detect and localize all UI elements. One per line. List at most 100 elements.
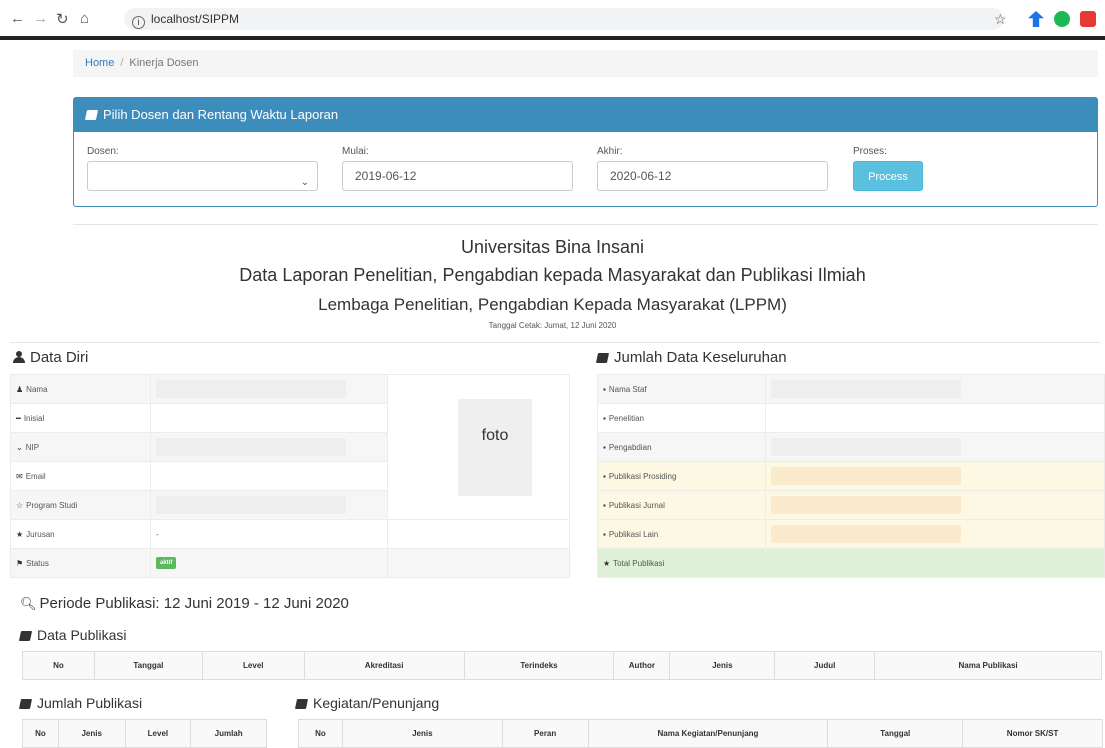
jumlah-data-row: ▪ Publikasi Jurnal (597, 490, 1105, 520)
data-publikasi-heading: Data Publikasi (18, 627, 127, 643)
kegiatan-column-header: Nama Kegiatan/Penunjang (587, 719, 829, 748)
url-text: localhost/SIPPM (151, 12, 240, 26)
jumlah-publikasi-heading: Jumlah Publikasi (18, 695, 143, 711)
back-icon[interactable]: ← (10, 10, 25, 27)
browser-toolbar: ← → ↻ ⌂ i localhost/SIPPM ☆ (0, 0, 1105, 40)
breadcrumb-current: Kinerja Dosen (129, 57, 199, 69)
filter-panel-header: Pilih Dosen dan Rentang Waktu Laporan (74, 98, 1097, 132)
star-icon: ★ (16, 529, 24, 539)
proses-label: Proses: (853, 146, 887, 157)
status-badge: aktif (156, 557, 177, 569)
search-icon: 🔍︎ (20, 596, 37, 611)
reload-icon[interactable]: ↻ (56, 10, 69, 28)
flag-icon: ⚑ (16, 558, 24, 568)
data-publikasi-table: No Tanggal Level Akreditasi Terindeks Author J… (22, 651, 1102, 680)
process-button[interactable]: Process (853, 161, 923, 191)
jumlah-data-heading: Jumlah Data Keseluruhan (595, 349, 787, 366)
jumlah-data-title: Jumlah Data Keseluruhan (614, 349, 787, 366)
field-value (156, 380, 346, 398)
publikasi-column-header: No (22, 651, 95, 680)
filter-panel-title: Pilih Dosen dan Rentang Waktu Laporan (103, 107, 339, 122)
mulai-group: Mulai: 2019-06-12 (342, 146, 573, 191)
publikasi-column-header: Nama Publikasi (874, 651, 1102, 680)
field-value (771, 380, 961, 398)
data-publikasi-title: Data Publikasi (37, 627, 127, 643)
star-empty-icon: ☆ (16, 500, 24, 510)
dosen-label: Dosen: (87, 146, 119, 157)
data-diri-row: ★ Jurusan - (10, 519, 570, 549)
photo-placeholder: foto (458, 399, 532, 496)
kegiatan-column-header: No (298, 719, 343, 748)
book-icon: ▪ (603, 413, 606, 423)
jumlah-data-row: ★ Total Publikasi (597, 548, 1105, 578)
field-label: Pengabdian (608, 442, 652, 452)
info-icon[interactable]: i (132, 16, 145, 29)
kegiatan-title: Kegiatan/Penunjang (313, 695, 440, 711)
dosen-select[interactable]: ⌄ (87, 161, 318, 191)
publikasi-column-header: Level (201, 651, 305, 680)
forward-icon[interactable]: → (33, 10, 48, 27)
field-value (156, 496, 346, 514)
field-label: Publikasi Jurnal (608, 500, 665, 510)
field-value (771, 467, 961, 485)
mulai-date-input[interactable]: 2019-06-12 (342, 161, 573, 191)
jumlah-publikasi-column-header: Level (124, 719, 192, 748)
user-icon (13, 351, 25, 363)
bookmark-star-icon[interactable]: ☆ (994, 11, 1007, 28)
institution-title: Lembaga Penelitian, Pengabdian Kepada Ma… (318, 295, 787, 314)
field-value: - (156, 529, 159, 539)
chevron-icon: ⌄ (16, 442, 23, 452)
field-label: Total Publikasi (613, 558, 665, 568)
field-value (771, 438, 961, 456)
extension-graduation-icon[interactable] (1028, 11, 1044, 27)
publikasi-column-header: Terindeks (463, 651, 615, 680)
field-label: Publikasi Lain (608, 529, 659, 539)
akhir-date-input[interactable]: 2020-06-12 (597, 161, 828, 191)
mulai-label: Mulai: (342, 146, 369, 157)
address-bar[interactable]: i localhost/SIPPM (124, 8, 1004, 30)
field-value (156, 438, 346, 456)
jumlah-publikasi-title: Jumlah Publikasi (37, 695, 143, 711)
periode-text: Periode Publikasi: 12 Juni 2019 - 12 Jun… (39, 595, 349, 612)
field-label: NIP (25, 442, 40, 452)
extension-grammarly-icon[interactable] (1054, 11, 1070, 27)
publikasi-column-header: Judul (774, 651, 876, 680)
book-icon: ▪ (603, 471, 606, 481)
publikasi-column-header: Tanggal (93, 651, 203, 680)
report-title: Data Laporan Penelitian, Pengabdian kepa… (239, 265, 866, 285)
envelope-icon: ✉ (16, 471, 23, 481)
extension-pdf-icon[interactable] (1080, 11, 1096, 27)
field-label: Penelitian (608, 413, 644, 423)
kegiatan-heading: Kegiatan/Penunjang (294, 695, 440, 711)
field-label: Status (26, 558, 49, 568)
book-icon: ▪ (603, 500, 606, 510)
field-label: Inisial (23, 413, 45, 423)
print-date: Tanggal Cetak: Jumat, 12 Juni 2020 (488, 321, 617, 330)
book-icon (18, 699, 33, 709)
kegiatan-table: No Jenis Peran Nama Kegiatan/Penunjang Tangg… (298, 719, 1103, 748)
jumlah-data-row: ▪ Penelitian (597, 403, 1105, 433)
book-icon (18, 631, 33, 641)
chevron-down-icon: ⌄ (300, 177, 309, 188)
jumlah-publikasi-table: No Jenis Level Jumlah (22, 719, 267, 748)
kegiatan-column-header: Peran (501, 719, 589, 748)
jumlah-publikasi-column-header: Jenis (57, 719, 126, 748)
person-icon: ♟ (16, 384, 24, 394)
field-label: Nama Staf (608, 384, 647, 394)
jumlah-data-row: ▪ Publikasi Lain (597, 519, 1105, 549)
field-value (771, 496, 961, 514)
publikasi-column-header: Author (613, 651, 671, 680)
kegiatan-column-header: Nomor SK/ST (962, 719, 1103, 748)
star-icon: ★ (603, 558, 611, 568)
kegiatan-column-header: Tanggal (827, 719, 964, 748)
akhir-group: Akhir: 2020-06-12 (597, 146, 828, 191)
breadcrumb-home[interactable]: Home (85, 57, 114, 69)
data-diri-heading: Data Diri (13, 349, 88, 366)
jumlah-publikasi-column-header: No (22, 719, 59, 748)
home-icon[interactable]: ⌂ (80, 10, 89, 27)
book-icon (595, 353, 610, 363)
publikasi-column-header: Jenis (669, 651, 776, 680)
book-icon: ▪ (603, 529, 606, 539)
field-label: Program Studi (26, 500, 78, 510)
divider (73, 224, 1098, 225)
